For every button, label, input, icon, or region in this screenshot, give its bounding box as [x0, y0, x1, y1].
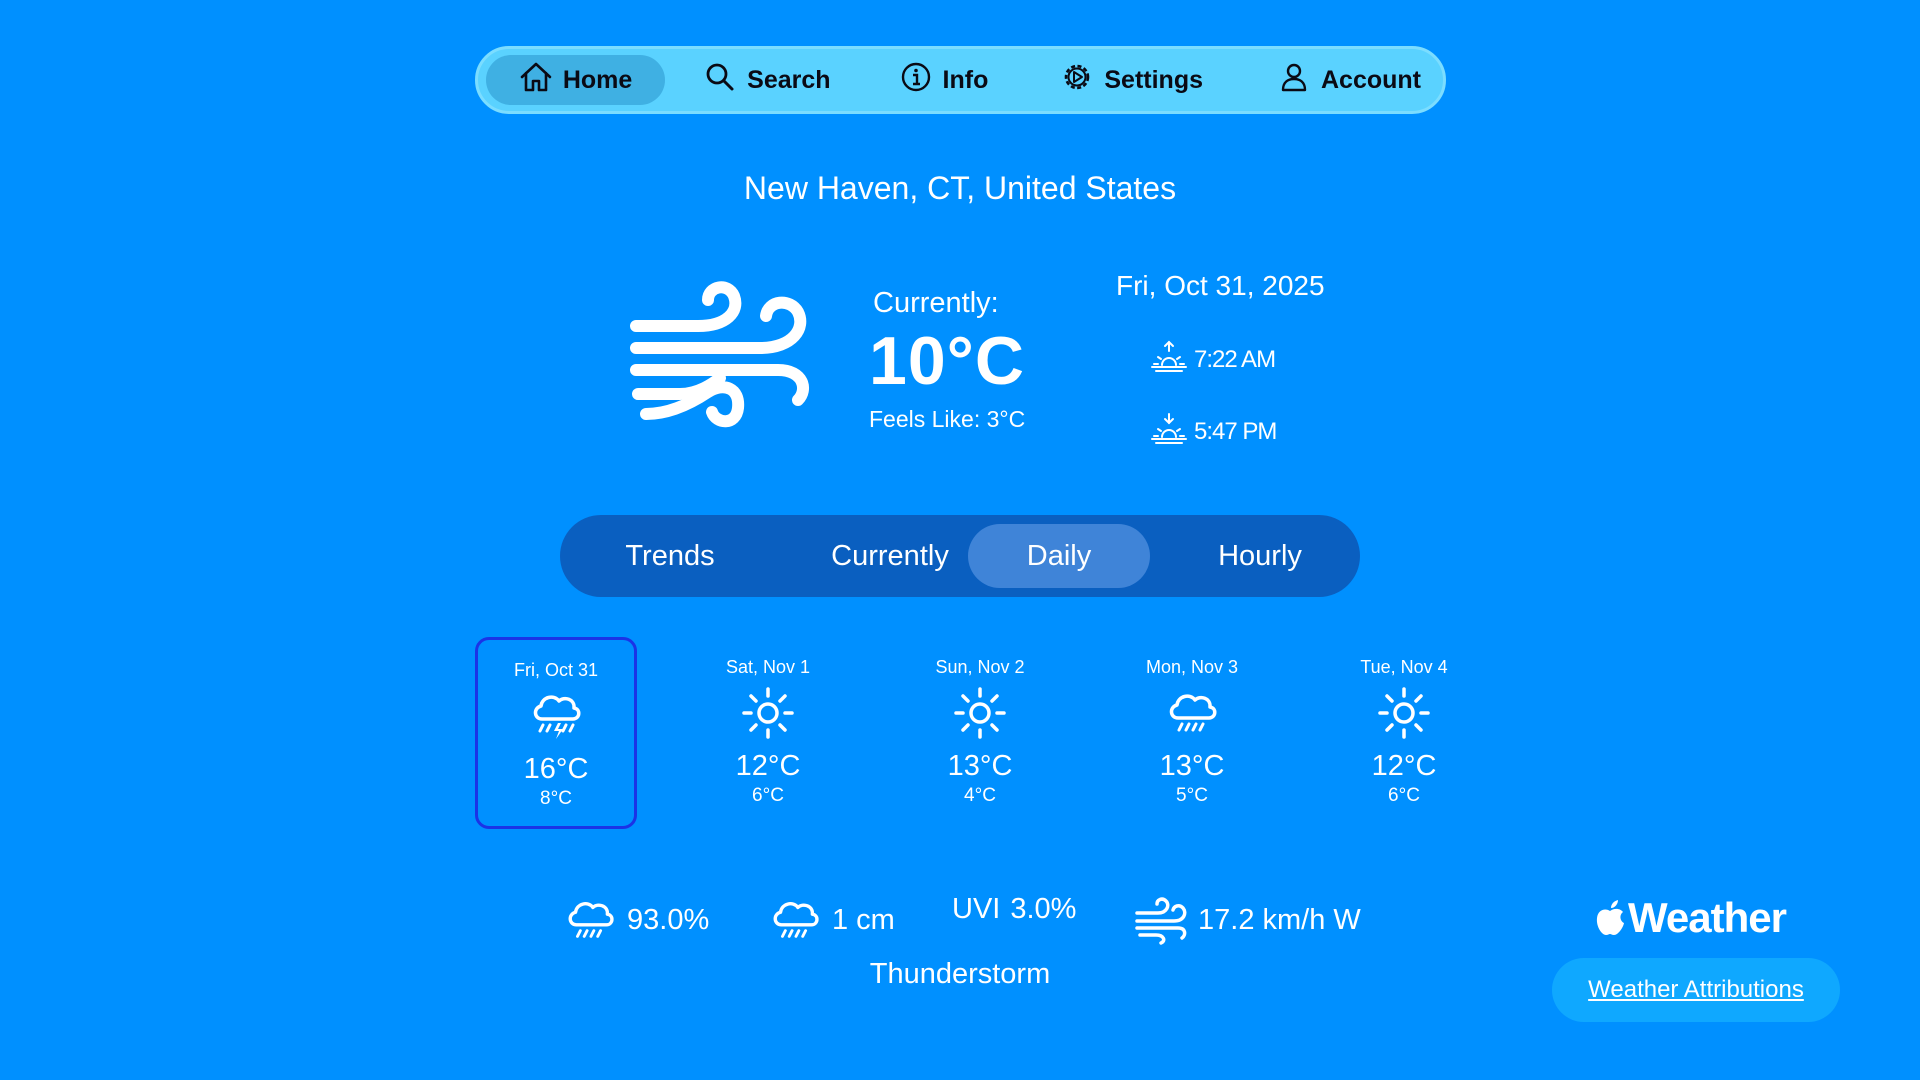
wind-stat: 17.2 km/h W [1134, 893, 1361, 947]
sunset-time: 5:47 PM [1194, 417, 1277, 445]
weather-attributions-link[interactable]: Weather Attributions [1552, 958, 1840, 1022]
gear-icon [1060, 60, 1094, 101]
forecast-day-name: Mon, Nov 3 [1145, 657, 1239, 677]
current-temperature: 10°C [869, 323, 1025, 399]
wind-value: 17.2 km/h W [1198, 903, 1361, 936]
forecast-day-card[interactable]: Tue, Nov 4 12°C 6°C [1323, 637, 1485, 829]
forecast-high: 12°C [1371, 750, 1437, 782]
currently-label: Currently: [873, 287, 999, 319]
sunset-icon [1150, 412, 1188, 451]
nav-info-button[interactable]: Info [885, 55, 1003, 105]
forecast-low: 8°C [540, 788, 572, 809]
nav-search-button[interactable]: Search [689, 55, 844, 105]
uvi-label: UVI [952, 893, 1001, 925]
brand-name: Weather [1628, 894, 1787, 941]
weather-brand-logo: Weather [1594, 894, 1787, 942]
tab-daily[interactable]: Daily [968, 524, 1150, 588]
forecast-day-name: Sun, Nov 2 [935, 657, 1025, 677]
nav-account-button[interactable]: Account [1263, 55, 1435, 105]
nav-settings-button[interactable]: Settings [1046, 55, 1217, 105]
forecast-low: 5°C [1176, 785, 1208, 806]
forecast-day-name: Sat, Nov 1 [725, 657, 811, 677]
forecast-day-card[interactable]: Sat, Nov 1 12°C 6°C [687, 637, 849, 829]
weather-app: Home Search Info Settings Account New Ha… [0, 0, 1920, 1080]
forecast-low: 4°C [964, 785, 996, 806]
sun-icon [952, 685, 1008, 741]
forecast-low: 6°C [1388, 785, 1420, 806]
precip-chance-stat: 93.0% [563, 893, 709, 947]
forecast-day-card[interactable]: Fri, Oct 31 16°C 8°C [475, 637, 637, 829]
sun-icon [740, 685, 796, 741]
precip-amount-stat: 1 cm [768, 893, 895, 947]
precip-amount-value: 1 cm [832, 903, 895, 936]
tab-trends[interactable]: Trends [580, 524, 760, 588]
forecast-high: 13°C [947, 750, 1013, 782]
top-nav-bar: Home Search Info Settings Account [475, 46, 1446, 114]
sunrise-icon [1150, 340, 1188, 379]
wind-icon [630, 281, 809, 428]
forecast-day-card[interactable]: Mon, Nov 3 13°C 5°C [1111, 637, 1273, 829]
rain-chance-icon [563, 893, 617, 947]
nav-home-button[interactable]: Home [486, 55, 666, 105]
location-title: New Haven, CT, United States [743, 170, 1177, 206]
nav-search-label: Search [747, 65, 831, 94]
nav-home-label: Home [562, 65, 633, 94]
forecast-low: 6°C [752, 785, 784, 806]
uvi-value: 3.0% [1010, 893, 1077, 925]
forecast-day-name: Fri, Oct 31 [513, 660, 598, 680]
info-icon [899, 60, 933, 101]
view-tabs: Trends Currently Daily Hourly [560, 515, 1360, 597]
home-icon [519, 60, 553, 101]
forecast-day-card[interactable]: Sun, Nov 2 13°C 4°C [899, 637, 1061, 829]
forecast-high: 16°C [523, 753, 589, 785]
nav-settings-label: Settings [1104, 65, 1203, 94]
thunderstorm-icon [528, 688, 584, 744]
rain-icon [1164, 685, 1220, 741]
feels-like-text: Feels Like: 3°C [869, 406, 1026, 432]
sunrise-row: 7:22 AM [1150, 340, 1276, 379]
uvi-stat: UVI 3.0% [952, 893, 1076, 926]
tab-hourly[interactable]: Hourly [1170, 524, 1350, 588]
nav-account-label: Account [1321, 65, 1421, 94]
current-date: Fri, Oct 31, 2025 [1116, 270, 1325, 301]
forecast-high: 12°C [735, 750, 801, 782]
heavy-rain-icon [768, 893, 822, 947]
forecast-high: 13°C [1159, 750, 1225, 782]
sunset-row: 5:47 PM [1150, 412, 1277, 451]
user-icon [1277, 60, 1311, 101]
precip-chance-value: 93.0% [627, 903, 710, 936]
sun-icon [1376, 685, 1432, 741]
sunrise-time: 7:22 AM [1194, 345, 1276, 373]
search-icon [703, 60, 737, 101]
nav-info-label: Info [942, 65, 989, 94]
forecast-day-name: Tue, Nov 4 [1360, 657, 1448, 677]
wind-small-icon [1135, 897, 1187, 945]
apple-icon [1596, 900, 1624, 935]
